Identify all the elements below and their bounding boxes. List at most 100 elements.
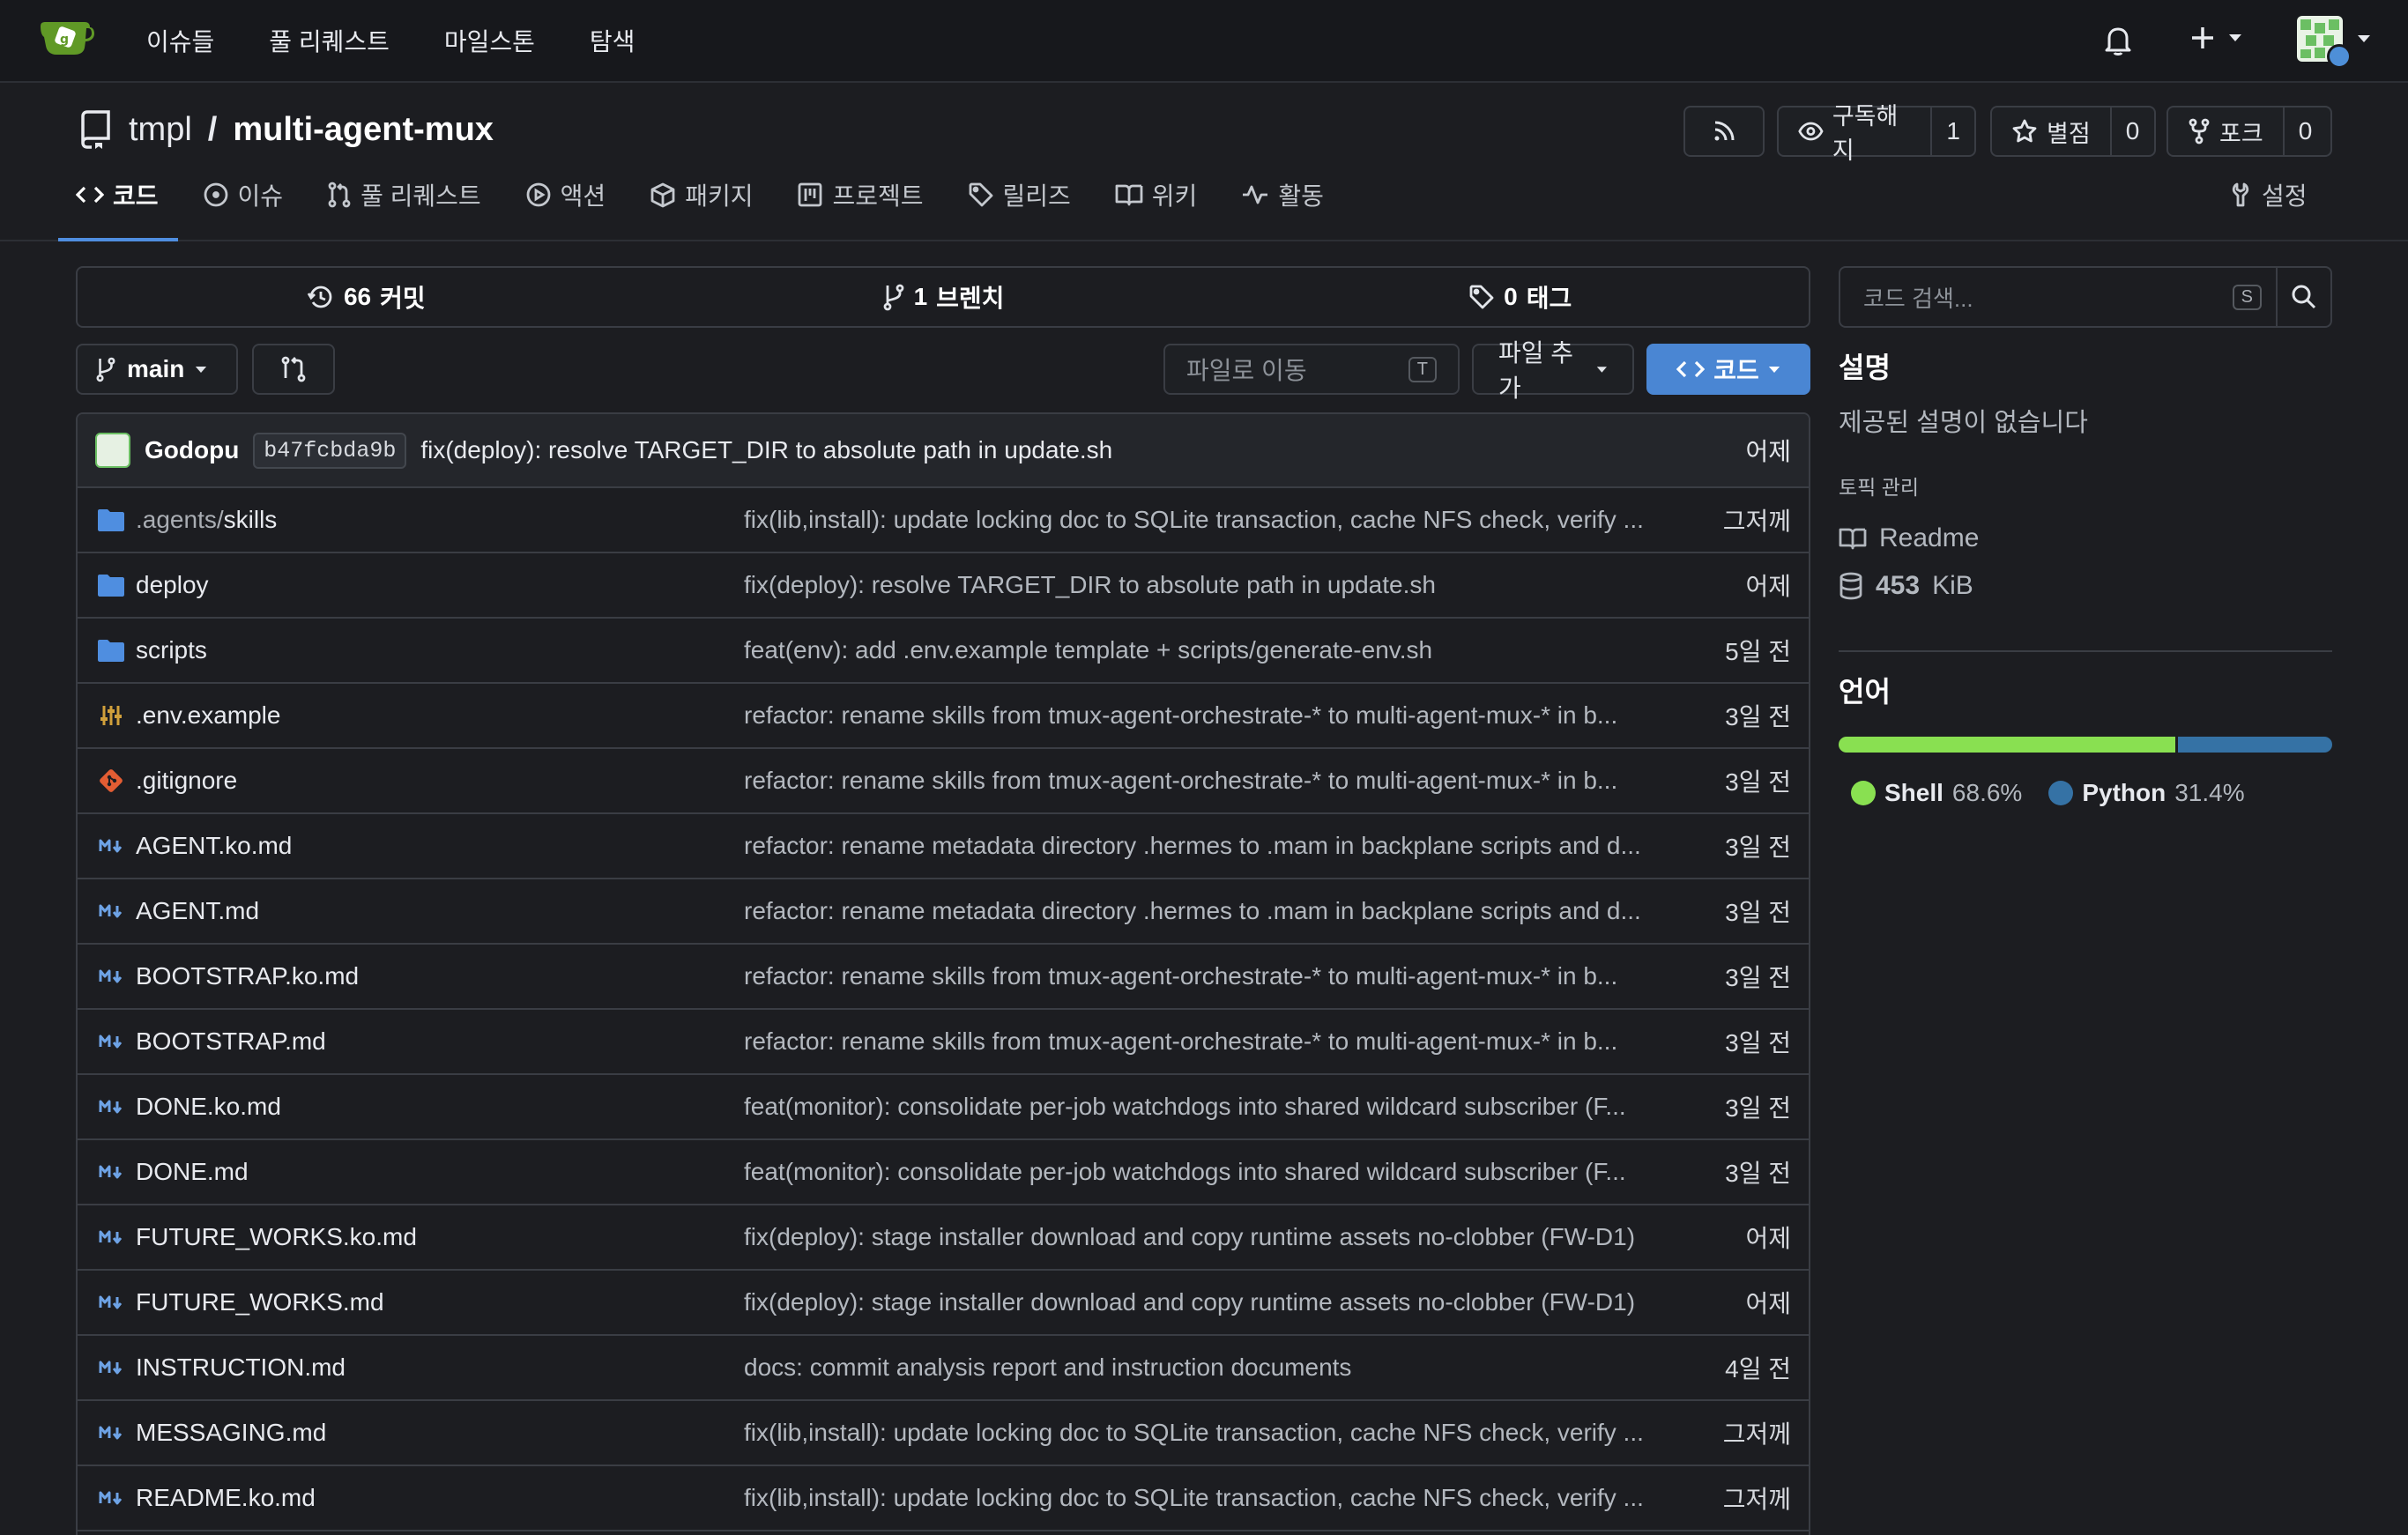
nav-issues-link[interactable]: 이슈들 [146, 23, 214, 58]
language-bar-python[interactable] [2178, 737, 2332, 753]
language-item-shell[interactable]: Shell 68.6% [1851, 779, 2022, 807]
file-commit-message-link[interactable]: refactor: rename skills from tmux-agent-… [744, 962, 1687, 990]
commit-message-link[interactable]: fix(deploy): resolve TARGET_DIR to absol… [420, 436, 1745, 464]
languages-heading: 언어 [1839, 676, 1891, 708]
gitea-logo-icon[interactable]: g [37, 18, 95, 58]
python-color-dot [2048, 781, 2074, 805]
commit-author-link[interactable]: Godopu [145, 436, 239, 464]
file-row: .env.example refactor: rename skills from… [78, 684, 1809, 749]
commits-stat-link[interactable]: 66 커밋 [78, 268, 655, 326]
code-search-input[interactable]: 코드 검색... S [1840, 268, 2276, 326]
nav-milestones-link[interactable]: 마일스톤 [444, 23, 535, 58]
language-bar-shell[interactable] [1839, 737, 2176, 753]
fork-count[interactable]: 0 [2282, 108, 2327, 155]
tab-packages[interactable]: 패키지 [650, 169, 753, 220]
file-name: MESSAGING.md [136, 1419, 327, 1446]
tab-settings[interactable]: 설정 [2230, 169, 2308, 220]
tab-activity[interactable]: 활동 [1241, 169, 1324, 220]
watch-button[interactable]: 구독해지 1 [1777, 103, 1976, 164]
markdown-icon [93, 1294, 129, 1311]
file-commit-message-link[interactable]: refactor: rename metadata directory .her… [744, 832, 1687, 860]
file-path-prefix: .agents/ [136, 506, 224, 533]
file-name-link[interactable]: deploy [136, 571, 744, 599]
notifications-bell-icon[interactable] [2103, 25, 2133, 56]
history-icon [307, 285, 332, 308]
file-commit-message-link[interactable]: fix(deploy): stage installer download an… [744, 1223, 1687, 1251]
file-name-link[interactable]: MESSAGING.md [136, 1419, 744, 1447]
create-new-button[interactable] [2189, 25, 2242, 51]
tab-releases[interactable]: 릴리즈 [968, 169, 1071, 220]
file-commit-message-link[interactable]: fix(deploy): resolve TARGET_DIR to absol… [744, 571, 1687, 599]
star-count[interactable]: 0 [2109, 108, 2154, 155]
file-commit-message-link[interactable]: refactor: rename metadata directory .her… [744, 897, 1687, 925]
tags-stat-link[interactable]: 0 태그 [1231, 268, 1809, 326]
clone-code-button[interactable]: 코드 [1646, 344, 1810, 395]
star-button[interactable]: 별점 0 [1990, 106, 2156, 157]
file-name-link[interactable]: .env.example [136, 701, 744, 730]
file-commit-message-link[interactable]: feat(monitor): consolidate per-job watch… [744, 1158, 1687, 1186]
top-navbar: g 이슈들 풀 리퀘스트 마일스톤 탐색 [0, 0, 2408, 83]
file-commit-message-link[interactable]: fix(deploy): stage installer download an… [744, 1288, 1687, 1316]
repo-owner-link[interactable]: tmpl [129, 111, 192, 149]
go-to-file-input[interactable]: 파일로 이동 T [1163, 344, 1460, 395]
compare-button[interactable] [252, 344, 335, 395]
repo-icon [81, 110, 110, 149]
branch-selector[interactable]: main [76, 344, 238, 395]
file-name-link[interactable]: DONE.ko.md [136, 1093, 744, 1121]
file-name-link[interactable]: BOOTSTRAP.ko.md [136, 962, 744, 990]
repo-name-link[interactable]: multi-agent-mux [233, 111, 494, 149]
file-name-link[interactable]: README.ko.md [136, 1484, 744, 1512]
file-name-link[interactable]: FUTURE_WORKS.md [136, 1288, 744, 1316]
file-commit-message-link[interactable]: feat(monitor): consolidate per-job watch… [744, 1093, 1687, 1121]
add-file-dropdown[interactable]: 파일 추가 [1472, 339, 1634, 402]
file-name-link[interactable]: INSTRUCTION.md [136, 1353, 744, 1382]
file-name-link[interactable]: AGENT.md [136, 897, 744, 925]
file-commit-message-link[interactable]: feat(env): add .env.example template + s… [744, 636, 1687, 664]
play-icon [526, 182, 551, 207]
tab-issues[interactable]: 이슈 [203, 169, 283, 220]
tab-projects[interactable]: 프로젝트 [797, 169, 924, 220]
tab-code[interactable]: 코드 [58, 169, 177, 241]
nav-pulls-link[interactable]: 풀 리퀘스트 [269, 23, 390, 58]
nav-explore-link[interactable]: 탐색 [590, 23, 635, 58]
file-commit-message-link[interactable]: refactor: rename skills from tmux-agent-… [744, 1027, 1687, 1056]
file-name-link[interactable]: BOOTSTRAP.md [136, 1027, 744, 1056]
file-name-link[interactable]: scripts [136, 636, 744, 664]
watch-count[interactable]: 1 [1930, 108, 1974, 155]
readme-link[interactable]: Readme [1839, 523, 1979, 553]
tab-wiki[interactable]: 위키 [1115, 169, 1197, 220]
commit-author-avatar[interactable] [95, 433, 130, 468]
fork-button[interactable]: 포크 0 [2166, 106, 2332, 157]
tab-actions[interactable]: 액션 [525, 169, 606, 220]
repo-tabs: 코드 이슈 풀 리퀘스트 액션 패키지 프로젝트 릴리즈 위키 활동 [58, 169, 1324, 241]
code-search-button[interactable] [2276, 268, 2330, 326]
rss-feed-button[interactable] [1683, 106, 1765, 157]
file-name: BOOTSTRAP.md [136, 1027, 326, 1055]
code-icon [76, 186, 104, 204]
file-row: AGENT.md refactor: rename metadata direct… [78, 879, 1809, 945]
commit-sha-link[interactable]: b47fcbda9b [253, 432, 407, 469]
go-to-file-shortcut: T [1408, 356, 1437, 382]
manage-topics-link[interactable]: 토픽 관리 [1839, 471, 1919, 501]
file-name-link[interactable]: .gitignore [136, 767, 744, 795]
about-heading: 설명 [1839, 352, 1891, 383]
file-name-link[interactable]: .agents/skills [136, 506, 744, 534]
file-name: AGENT.ko.md [136, 832, 293, 859]
file-name-link[interactable]: FUTURE_WORKS.ko.md [136, 1223, 744, 1251]
branches-stat-link[interactable]: 1 브렌치 [655, 268, 1232, 326]
markdown-icon [93, 902, 129, 920]
file-name-link[interactable]: AGENT.ko.md [136, 832, 744, 860]
file-commit-time: 어제 [1745, 1290, 1791, 1317]
file-name-link[interactable]: DONE.md [136, 1158, 744, 1186]
markdown-icon [93, 1228, 129, 1246]
file-commit-message-link[interactable]: fix(lib,install): update locking doc to … [744, 506, 1687, 534]
file-commit-message-link[interactable]: refactor: rename skills from tmux-agent-… [744, 767, 1687, 795]
file-commit-message-link[interactable]: refactor: rename skills from tmux-agent-… [744, 701, 1687, 730]
tab-pull-requests[interactable]: 풀 리퀘스트 [327, 169, 481, 220]
branch-icon [96, 357, 115, 382]
file-commit-message-link[interactable]: fix(lib,install): update locking doc to … [744, 1419, 1687, 1447]
file-commit-message-link[interactable]: docs: commit analysis report and instruc… [744, 1353, 1687, 1382]
language-item-python[interactable]: Python 31.4% [2048, 779, 2245, 807]
file-commit-message-link[interactable]: fix(lib,install): update locking doc to … [744, 1484, 1687, 1512]
user-menu-button[interactable] [2297, 16, 2371, 69]
